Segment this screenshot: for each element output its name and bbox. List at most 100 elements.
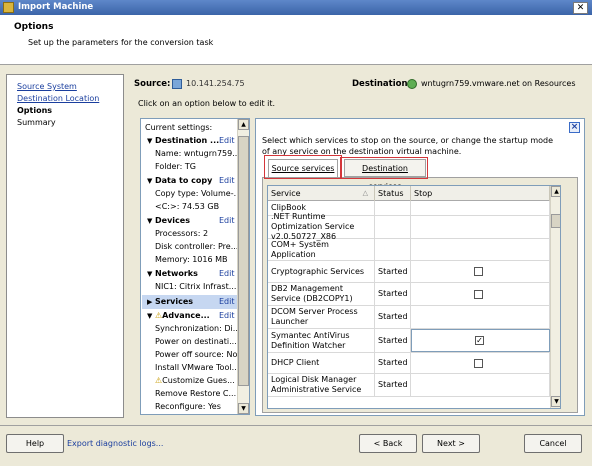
settings-section-devices[interactable]: ▼ Devices	[147, 216, 190, 225]
back-button[interactable]: < Back	[359, 434, 417, 453]
settings-line: Synchronization: Di...	[155, 324, 237, 333]
settings-section-services[interactable]: ▶ Services	[147, 297, 193, 306]
edit-link-data-to-copy[interactable]: Edit	[219, 176, 235, 185]
scroll-up-icon[interactable]: ▲	[238, 119, 249, 130]
table-row[interactable]: .NET Runtime Optimization Service v2.0.5…	[268, 212, 550, 241]
expand-down-icon: ▼	[147, 312, 153, 320]
settings-section-destination[interactable]: ▼ Destination ...	[147, 136, 219, 145]
expand-right-icon: ▶	[147, 298, 153, 306]
help-button[interactable]: Help	[6, 434, 64, 453]
settings-line: Power off source: No	[155, 350, 237, 359]
stop-cell	[411, 239, 550, 260]
column-header-service[interactable]: Service △	[268, 186, 375, 201]
settings-line: Remove Restore C...	[155, 389, 237, 398]
service-status: Started	[375, 329, 411, 352]
source-label: Source:	[134, 79, 171, 89]
nav-step-destination-location[interactable]: Destination Location	[17, 94, 99, 103]
settings-line: Name: wntugrn759...	[155, 149, 237, 158]
cancel-button[interactable]: Cancel	[524, 434, 582, 453]
column-header-stop[interactable]: Stop	[411, 186, 550, 201]
stop-cell	[411, 283, 550, 305]
settings-scrollbar[interactable]: ▲ ▼	[237, 119, 249, 414]
stop-cell	[411, 261, 550, 282]
edit-link-networks[interactable]: Edit	[219, 269, 235, 278]
service-name: Symantec AntiVirus Definition Watcher	[268, 329, 375, 352]
close-icon[interactable]: ×	[569, 122, 580, 133]
settings-line: Memory: 1016 MB	[155, 255, 228, 264]
nav-step-source-system[interactable]: Source System	[17, 82, 77, 91]
table-row[interactable]: DHCP Client Started	[268, 353, 550, 374]
table-row[interactable]: COM+ System Application	[268, 239, 550, 261]
table-scrollbar[interactable]: ▲ ▼	[550, 186, 560, 408]
edit-link-devices[interactable]: Edit	[219, 216, 235, 225]
sort-ascending-icon: △	[362, 189, 368, 197]
stop-checkbox[interactable]	[474, 289, 483, 299]
nav-step-summary: Summary	[17, 118, 56, 127]
table-row[interactable]: Logical Disk Manager Administrative Serv…	[268, 374, 550, 397]
computer-icon	[172, 79, 182, 89]
scroll-down-icon[interactable]: ▼	[551, 396, 560, 407]
edit-link-destination[interactable]: Edit	[219, 136, 235, 145]
service-status: Started	[375, 283, 411, 305]
service-name: COM+ System Application	[268, 239, 375, 260]
services-table: Service △ Status Stop ClipBook .NET Runti…	[267, 185, 561, 409]
table-row[interactable]: DCOM Server Process Launcher Started	[268, 306, 550, 329]
service-status: Started	[375, 306, 411, 328]
settings-line: Copy type: Volume-...	[155, 189, 237, 198]
settings-line: Folder: TG	[155, 162, 196, 171]
current-settings-panel: Current settings: ▼ Destination ... Edit …	[140, 118, 250, 415]
destination-label: Destination:	[352, 79, 411, 89]
scroll-up-icon[interactable]: ▲	[551, 186, 560, 197]
scroll-thumb[interactable]	[238, 136, 249, 386]
instruction-text: Click on an option below to edit it.	[138, 99, 276, 108]
host-icon	[407, 79, 417, 89]
scroll-thumb[interactable]	[551, 214, 560, 228]
scroll-down-icon[interactable]: ▼	[238, 403, 249, 414]
services-panel: × Select which services to stop on the s…	[255, 118, 585, 416]
stop-cell	[411, 216, 550, 238]
stop-checkbox[interactable]	[474, 358, 483, 368]
settings-section-data-to-copy[interactable]: ▼ Data to copy	[147, 176, 212, 185]
export-logs-link[interactable]: Export diagnostic logs...	[67, 439, 163, 448]
settings-title: Current settings:	[145, 123, 213, 132]
wizard-steps-nav: Source System Destination Location Optio…	[6, 74, 124, 418]
expand-down-icon: ▼	[147, 217, 153, 225]
table-row[interactable]: Symantec AntiVirus Definition Watcher St…	[268, 329, 550, 353]
app-icon	[3, 2, 14, 13]
destination-value: wntugrn759.vmware.net on Resources	[421, 79, 576, 88]
table-header: Service △ Status Stop	[268, 186, 560, 201]
annotation-highlight-box	[264, 155, 342, 179]
service-status: Started	[375, 261, 411, 282]
settings-section-advanced[interactable]: ▼ ⚠Advance...	[147, 311, 210, 320]
table-row[interactable]: Cryptographic Services Started	[268, 261, 550, 283]
annotation-highlight-box	[340, 157, 428, 179]
window-title: Import Machine	[18, 2, 94, 12]
stop-cell	[411, 306, 550, 328]
settings-line: Reconfigure: Yes	[155, 402, 221, 411]
next-button[interactable]: Next >	[422, 434, 480, 453]
stop-cell	[411, 374, 550, 396]
service-status: Started	[375, 353, 411, 373]
table-row[interactable]: DB2 Management Service (DB2COPY1) Starte…	[268, 283, 550, 306]
settings-line: Disk controller: Pre...	[155, 242, 237, 251]
close-window-button[interactable]: ✕	[573, 2, 588, 14]
service-status	[375, 216, 411, 238]
edit-link-services[interactable]: Edit	[219, 297, 235, 306]
page-title: Options	[14, 22, 54, 32]
settings-line: <C:>: 74.53 GB	[155, 202, 220, 211]
stop-cell	[411, 353, 550, 373]
service-name: Cryptographic Services	[268, 261, 375, 282]
window-title-bar: Import Machine	[0, 0, 592, 15]
edit-link-advanced[interactable]: Edit	[219, 311, 235, 320]
nav-step-options: Options	[17, 106, 53, 115]
settings-section-networks[interactable]: ▼ Networks	[147, 269, 198, 278]
source-value: 10.141.254.75	[186, 79, 245, 88]
service-name: DB2 Management Service (DB2COPY1)	[268, 283, 375, 305]
expand-down-icon: ▼	[147, 177, 153, 185]
stop-cell: ✓	[411, 329, 550, 352]
expand-down-icon: ▼	[147, 270, 153, 278]
stop-checkbox[interactable]	[474, 267, 483, 276]
service-name: Logical Disk Manager Administrative Serv…	[268, 374, 375, 396]
column-header-status[interactable]: Status	[375, 186, 411, 201]
stop-checkbox-checked[interactable]: ✓	[475, 336, 484, 345]
